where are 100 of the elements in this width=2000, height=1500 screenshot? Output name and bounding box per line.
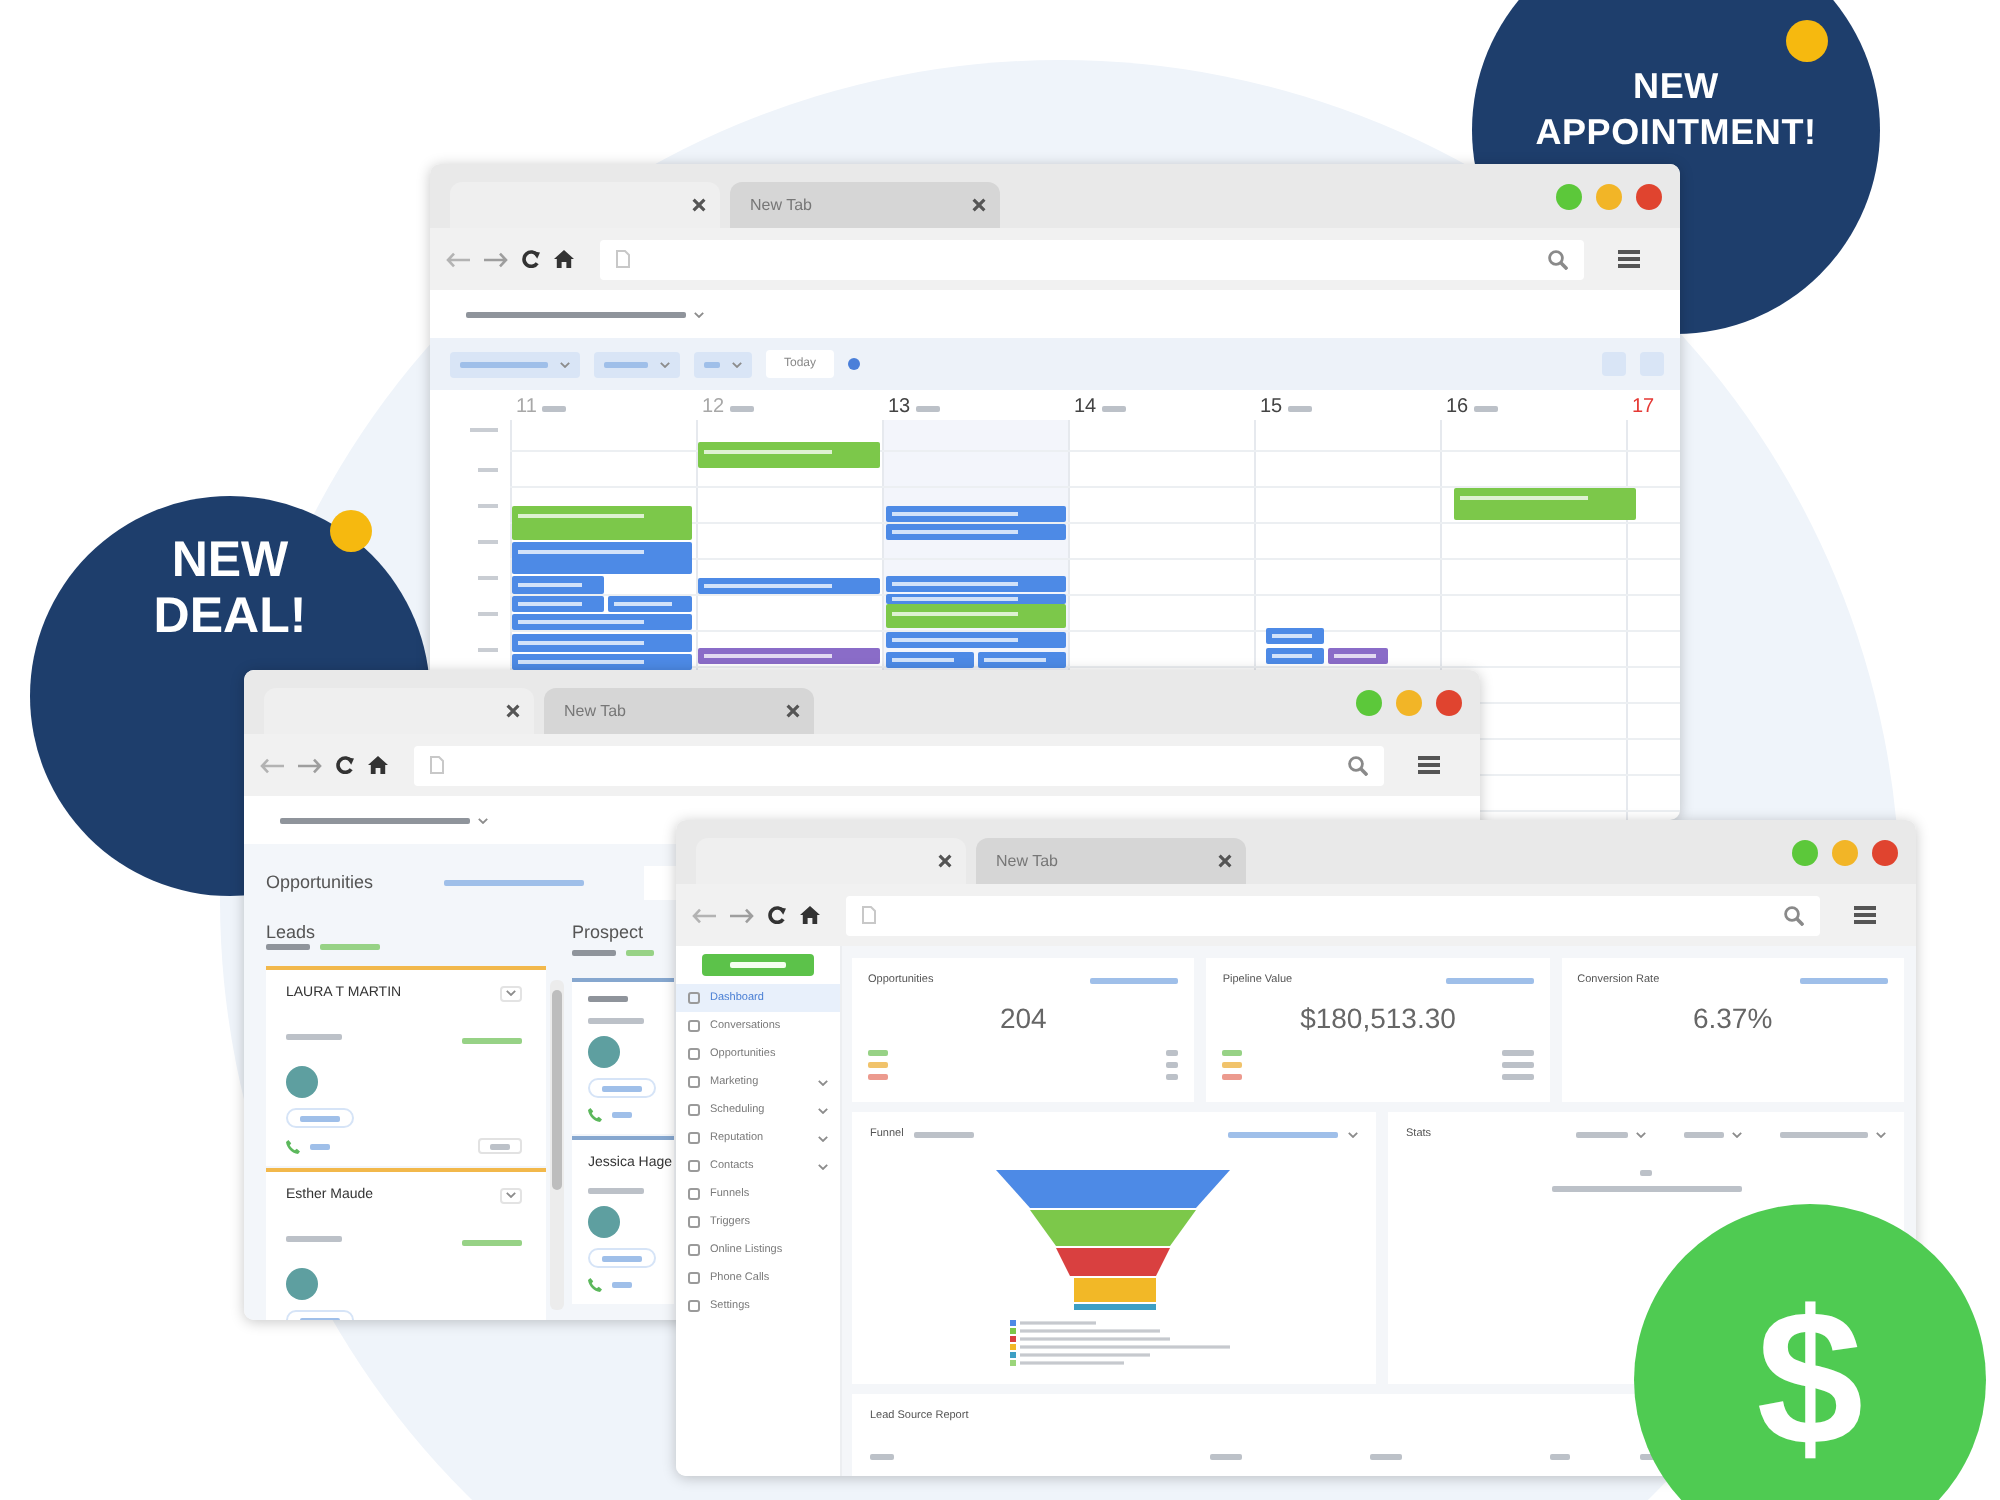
blurred-text bbox=[704, 361, 720, 367]
search-icon[interactable] bbox=[1784, 905, 1804, 925]
chevron-down-icon bbox=[1732, 1131, 1742, 1137]
blurred-text bbox=[320, 944, 380, 950]
avatar bbox=[286, 1268, 318, 1300]
page-icon bbox=[430, 756, 444, 774]
home-icon[interactable] bbox=[800, 906, 820, 924]
day-number: 14 bbox=[1074, 396, 1097, 420]
filter-dropdown[interactable] bbox=[594, 351, 680, 377]
blurred-text bbox=[604, 361, 648, 367]
blurred-text bbox=[460, 361, 548, 367]
window-control-icon[interactable] bbox=[1872, 839, 1898, 865]
filter-dropdown[interactable] bbox=[694, 351, 752, 377]
phone-icon[interactable] bbox=[588, 1108, 602, 1122]
home-icon[interactable] bbox=[554, 250, 574, 268]
blurred-text bbox=[462, 1240, 522, 1246]
blurred-text bbox=[1222, 1050, 1243, 1056]
filter-dropdown[interactable] bbox=[1684, 1131, 1742, 1137]
window-control-icon[interactable] bbox=[1556, 183, 1582, 209]
window-control-icon[interactable] bbox=[1596, 183, 1622, 209]
address-field[interactable] bbox=[600, 239, 1584, 279]
filter-field[interactable] bbox=[644, 865, 676, 899]
avatar bbox=[588, 1036, 620, 1068]
close-icon[interactable] bbox=[692, 198, 706, 212]
blurred-text bbox=[286, 1033, 342, 1039]
blurred-text bbox=[462, 1038, 522, 1044]
close-icon[interactable] bbox=[506, 704, 520, 718]
dot-icon[interactable] bbox=[848, 358, 861, 370]
square-icon bbox=[688, 1132, 700, 1144]
callout-text: $ bbox=[1756, 1280, 1864, 1480]
page-icon bbox=[616, 250, 630, 268]
reload-icon[interactable] bbox=[768, 906, 786, 924]
address-field[interactable] bbox=[846, 895, 1820, 935]
close-icon[interactable] bbox=[938, 854, 952, 868]
filter-dropdown[interactable] bbox=[450, 351, 580, 377]
window-control-icon[interactable] bbox=[1356, 689, 1382, 715]
close-icon[interactable] bbox=[1218, 854, 1232, 868]
day-number: 16 bbox=[1446, 396, 1469, 420]
back-arrow-icon[interactable] bbox=[260, 757, 284, 773]
blurred-text bbox=[1501, 1062, 1534, 1068]
phone-icon[interactable] bbox=[286, 1139, 300, 1153]
window-control-icon[interactable] bbox=[1436, 689, 1462, 715]
square-icon bbox=[688, 1076, 700, 1088]
address-field[interactable] bbox=[414, 745, 1384, 785]
blurred-text bbox=[730, 405, 755, 411]
chevron-down-icon bbox=[478, 817, 488, 823]
chevron-down-icon bbox=[1876, 1131, 1886, 1137]
forward-arrow-icon[interactable] bbox=[484, 251, 508, 267]
browser-tab[interactable]: New Tab bbox=[544, 688, 814, 734]
window-control-icon[interactable] bbox=[1396, 689, 1422, 715]
blurred-text bbox=[1222, 1062, 1243, 1068]
menu-icon[interactable] bbox=[1618, 250, 1640, 268]
blurred-text bbox=[916, 405, 941, 411]
menu-icon[interactable] bbox=[1854, 906, 1876, 924]
back-arrow-icon[interactable] bbox=[446, 251, 470, 267]
avatar bbox=[588, 1206, 620, 1238]
metric-value: 204 bbox=[997, 1002, 1049, 1034]
blurred-text bbox=[588, 996, 628, 1002]
action-button[interactable] bbox=[702, 954, 814, 976]
square-icon bbox=[688, 1188, 700, 1200]
browser-tab[interactable]: New Tab bbox=[730, 182, 1000, 228]
scrollbar[interactable] bbox=[550, 980, 564, 1310]
page-icon bbox=[862, 906, 876, 924]
filter-dropdown[interactable] bbox=[1576, 1131, 1646, 1137]
chevron-down-icon bbox=[560, 361, 570, 367]
window-control-icon[interactable] bbox=[1636, 183, 1662, 209]
reload-icon[interactable] bbox=[336, 756, 354, 774]
window-control-icon[interactable] bbox=[1832, 839, 1858, 865]
day-number: 12 bbox=[702, 396, 725, 420]
phone-icon[interactable] bbox=[588, 1278, 602, 1292]
forward-arrow-icon[interactable] bbox=[298, 757, 322, 773]
card-menu-button[interactable] bbox=[500, 1187, 522, 1203]
blurred-text bbox=[1474, 405, 1499, 411]
chevron-down-icon bbox=[1636, 1131, 1646, 1137]
blurred-text bbox=[1090, 977, 1179, 983]
task-button[interactable] bbox=[478, 1138, 522, 1154]
menu-icon[interactable] bbox=[1418, 756, 1440, 774]
day-number: 13 bbox=[888, 396, 911, 420]
window-control-icon[interactable] bbox=[1792, 839, 1818, 865]
blurred-text bbox=[1222, 1074, 1243, 1080]
home-icon[interactable] bbox=[368, 756, 388, 774]
page-title: Opportunities bbox=[266, 872, 376, 892]
search-icon[interactable] bbox=[1548, 249, 1568, 269]
close-icon[interactable] bbox=[972, 198, 986, 212]
browser-tab[interactable]: New Tab bbox=[976, 838, 1246, 884]
callout-text: NEW DEAL! bbox=[153, 532, 307, 644]
square-icon bbox=[688, 1272, 700, 1284]
search-icon[interactable] bbox=[1348, 755, 1368, 775]
card-menu-button[interactable] bbox=[500, 985, 522, 1001]
chevron-down-icon bbox=[732, 361, 742, 367]
filter-dropdown[interactable] bbox=[1780, 1131, 1886, 1137]
chevron-down-icon bbox=[818, 1107, 828, 1113]
avatar bbox=[286, 1066, 318, 1098]
chevron-down-icon bbox=[1348, 1131, 1358, 1137]
reload-icon[interactable] bbox=[522, 250, 540, 268]
forward-arrow-icon[interactable] bbox=[730, 907, 754, 923]
blurred-text bbox=[588, 1188, 644, 1194]
back-arrow-icon[interactable] bbox=[692, 907, 716, 923]
close-icon[interactable] bbox=[786, 704, 800, 718]
opportunity-card[interactable] bbox=[572, 982, 674, 1134]
